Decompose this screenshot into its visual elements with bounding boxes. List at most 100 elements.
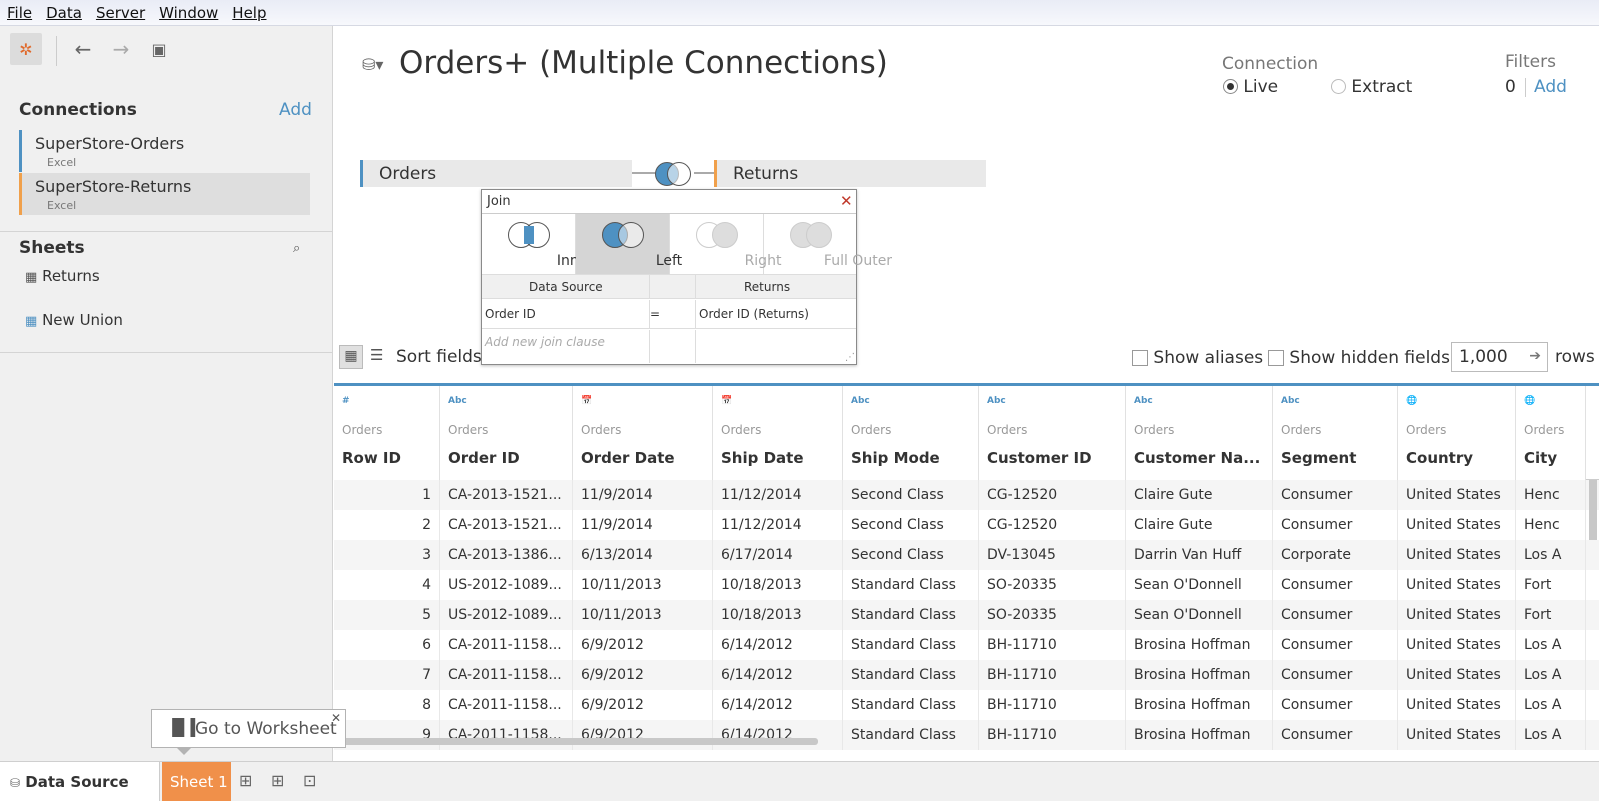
join-type-inner[interactable]: Inner [482,214,593,274]
table-cell: 11/12/2014 [713,510,843,540]
tableau-logo-icon[interactable]: ✲ [10,33,42,65]
save-icon[interactable]: ▣ [143,33,175,65]
table-cell: Consumer [1273,690,1398,720]
table-cell: CA-2013-1521... [440,480,573,510]
horizontal-scrollbar[interactable] [334,738,818,745]
field-type-icon[interactable]: 🌐 [1524,396,1535,406]
field-type-icon[interactable]: Abc [1281,396,1300,406]
field-type-icon[interactable]: Abc [987,396,1006,406]
forward-arrow-icon[interactable]: → [105,33,137,65]
table-cell: Consumer [1273,630,1398,660]
field-type-icon[interactable]: Abc [448,396,467,406]
menu-window[interactable]: Window [152,0,225,22]
column-header[interactable]: Abc Orders Customer Na... [1126,386,1273,480]
menu-file[interactable]: File [0,0,39,22]
connection-label: Connection [1222,54,1319,74]
table-cell: 8 [334,690,440,720]
menu-help[interactable]: Help [225,0,273,22]
join-clause-left-field[interactable]: Order ID [485,307,536,321]
add-join-clause[interactable]: Add new join clause [485,335,605,349]
join-clause-row[interactable]: Order ID = Order ID (Returns) [482,300,856,329]
column-header[interactable]: 🌐 Orders Country [1398,386,1516,480]
left-join-icon[interactable] [652,160,694,188]
column-header[interactable]: 🌐 Orders City [1516,386,1586,480]
new-worksheet-icon[interactable]: ⊞ [239,771,252,790]
table-cell: Brosina Hoffman [1126,690,1273,720]
tab-data-source[interactable]: ⛁ Data Source [0,762,160,801]
sort-fields-label[interactable]: Sort fields [396,347,482,367]
table-cell: Consumer [1273,600,1398,630]
vertical-scrollbar[interactable] [1589,480,1597,540]
datasource-icon[interactable]: ⛁▾ [362,55,383,74]
table-cell: Fort [1516,600,1586,630]
field-type-icon[interactable]: 📅 [581,396,592,406]
column-name: City [1524,449,1558,467]
menu-bar: File Data Server Window Help [0,0,1599,26]
tab-sheet1[interactable]: Sheet 1 [162,762,231,801]
connections-title: Connections [19,100,137,120]
sheet-item-returns[interactable]: ▦ Returns [25,267,100,285]
column-header[interactable]: 📅 Orders Order Date [573,386,713,480]
live-label: Live [1243,77,1279,97]
table-cell: 6/14/2012 [713,690,843,720]
back-arrow-icon[interactable]: ← [67,33,99,65]
sheet-item-new-union[interactable]: ▦ New Union [25,311,123,329]
new-dashboard-icon[interactable]: ⊞ [271,771,284,790]
table-cell: 4 [334,570,440,600]
table-cell: United States [1398,630,1516,660]
column-name: Customer Na... [1134,449,1261,467]
column-header[interactable]: Abc Orders Customer ID [979,386,1126,480]
add-connection-link[interactable]: Add [279,100,312,120]
menu-data[interactable]: Data [39,0,89,22]
search-icon[interactable]: ⌕ [293,241,300,256]
filters-add-link[interactable]: Add [1534,77,1567,97]
show-hidden-fields-checkbox[interactable]: Show hidden fields [1268,348,1450,368]
field-type-icon[interactable]: # [342,396,350,406]
connection-superstore-returns[interactable]: SuperStore-Returns Excel [19,173,310,215]
table-row: 1 CA-2013-1521... 11/9/2014 11/12/2014 Secon… [334,480,1599,510]
table-cell: 11/9/2014 [573,510,713,540]
rows-input[interactable]: 1,000 ➔ [1451,342,1548,372]
column-header[interactable]: 📅 Orders Ship Date [713,386,843,480]
page-title[interactable]: Orders+ (Multiple Connections) [399,45,888,81]
field-type-icon[interactable]: Abc [851,396,870,406]
table-cell: DV-13045 [979,540,1126,570]
show-aliases-checkbox[interactable]: Show aliases [1132,348,1263,368]
radio-icon [1331,79,1346,94]
table-row: 6 CA-2011-1158... 6/9/2012 6/14/2012 Standar… [334,630,1599,660]
column-header[interactable]: Abc Orders Ship Mode [843,386,979,480]
arrow-right-icon[interactable]: ➔ [1529,348,1541,364]
join-type-left[interactable]: Left [576,214,682,274]
table-cell: Standard Class [843,630,979,660]
table-returns[interactable]: Returns [714,160,986,187]
close-icon[interactable]: ✕ [331,711,341,725]
resize-grip-icon[interactable]: ⋰ [845,352,855,363]
connection-superstore-orders[interactable]: SuperStore-Orders Excel [19,130,310,172]
field-type-icon[interactable]: Abc [1134,396,1153,406]
live-radio[interactable]: Live [1223,77,1278,97]
go-to-worksheet-popup[interactable]: ▐▌▍ Go to Worksheet ✕ [151,709,346,755]
join-clause-operator[interactable]: = [650,307,660,321]
table-cell: Sean O'Donnell [1126,570,1273,600]
join-type-full-outer[interactable]: Full Outer [764,214,892,274]
table-row: 7 CA-2011-1158... 6/9/2012 6/14/2012 Standar… [334,660,1599,690]
table-orders[interactable]: Orders [360,160,632,187]
column-header[interactable]: Abc Orders Order ID [440,386,573,480]
join-type-right[interactable]: Right [670,214,781,274]
grid-view-icon[interactable]: ▦ [339,345,363,369]
column-source: Orders [1406,423,1447,437]
column-header[interactable]: # Orders Row ID [334,386,440,480]
list-view-icon[interactable]: ☰ [370,346,383,364]
extract-radio[interactable]: Extract [1331,77,1412,97]
column-header[interactable]: Abc Orders Segment [1273,386,1398,480]
join-clause-right-field[interactable]: Order ID (Returns) [699,307,809,321]
filters-count: 0 [1505,77,1516,97]
field-type-icon[interactable]: 🌐 [1406,396,1417,406]
menu-server[interactable]: Server [89,0,152,22]
table-cell: 1 [334,480,440,510]
new-story-icon[interactable]: ⊡ [303,771,316,790]
close-icon[interactable]: ✕ [840,192,853,210]
column-source: Orders [1524,423,1565,437]
radio-selected-icon [1223,79,1238,94]
field-type-icon[interactable]: 📅 [721,396,732,406]
